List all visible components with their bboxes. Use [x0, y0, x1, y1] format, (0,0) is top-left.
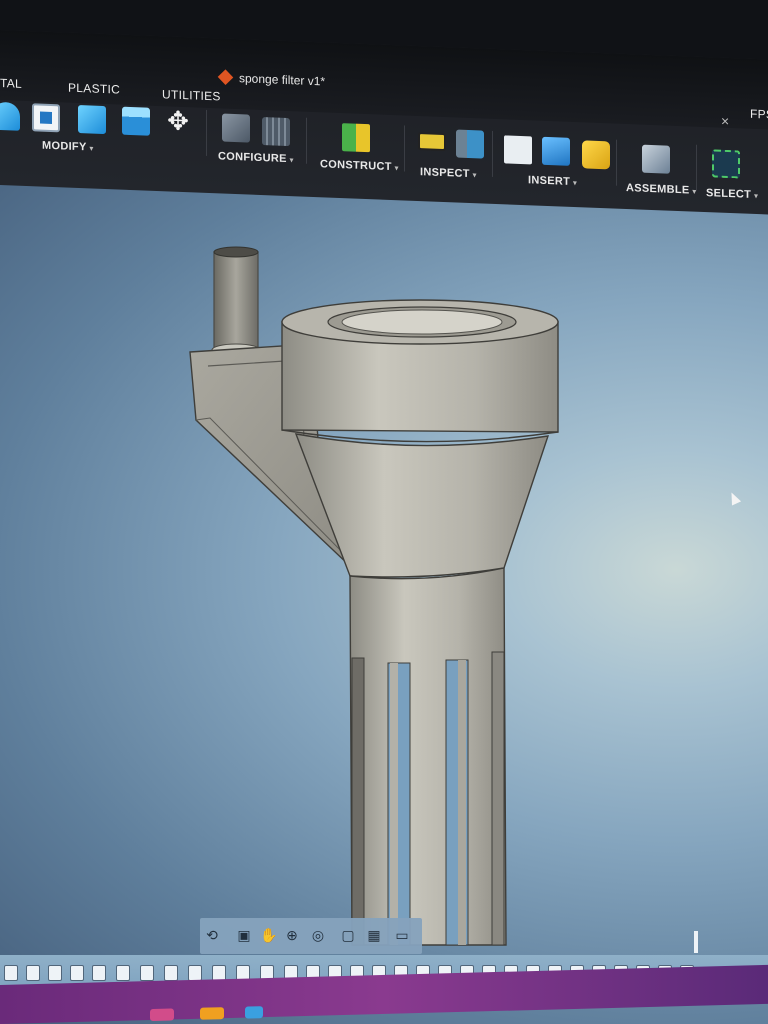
fusion-doc-icon [217, 69, 234, 85]
tab-metal-cut[interactable]: TAL [0, 76, 22, 91]
combine-icon[interactable] [78, 104, 106, 135]
new-component-icon[interactable] [642, 144, 670, 174]
measure-icon[interactable] [418, 132, 446, 152]
insert-menu[interactable]: INSERT ▾ [528, 174, 577, 188]
timeline-feature-icon[interactable] [188, 965, 202, 981]
press-pull-icon[interactable] [122, 106, 150, 136]
configure-label: CONFIGURE [218, 150, 287, 166]
timeline-feature-icon[interactable] [70, 965, 84, 981]
fps-label: FPS [750, 106, 768, 122]
navigation-bar: ⟲ ▣ ✋ ⊕ ◎ ▢ ▦ ▭ [200, 918, 422, 954]
construct-label: CONSTRUCT [320, 158, 392, 174]
tab-plastic[interactable]: PLASTIC [68, 81, 120, 97]
configure-table-icon[interactable] [222, 113, 250, 143]
timeline-marker-icon[interactable] [694, 931, 698, 953]
insert-caret: ▾ [573, 180, 577, 188]
timeline-feature-icon[interactable] [92, 965, 106, 981]
modify-menu[interactable]: MODIFY ▾ [42, 140, 93, 154]
inspect-menu[interactable]: INSPECT ▾ [420, 166, 477, 180]
fit-icon[interactable]: ◎ [310, 927, 326, 943]
insert-derive-icon[interactable] [504, 135, 532, 165]
tab-utilities[interactable]: UTILITIES [162, 87, 221, 103]
assemble-label: ASSEMBLE [626, 182, 690, 197]
top-cup[interactable] [281, 299, 559, 443]
select-menu[interactable]: SELECT ▾ [706, 187, 758, 201]
insert-canvas-icon[interactable] [542, 136, 570, 166]
configure-menu[interactable]: CONFIGURE ▾ [218, 150, 294, 165]
timeline-feature-icon[interactable] [140, 965, 154, 981]
funnel-cone[interactable] [294, 433, 550, 580]
insert-label: INSERT [528, 174, 571, 188]
separator [616, 139, 617, 186]
section-analysis-icon[interactable] [456, 129, 484, 159]
select-label: SELECT [706, 187, 752, 201]
construct-caret: ▾ [394, 165, 399, 173]
separator [492, 130, 493, 177]
modify-label: MODIFY [42, 139, 87, 154]
modify-caret: ▾ [89, 145, 94, 153]
slotted-stem[interactable] [349, 567, 507, 946]
display-settings-icon[interactable]: ▢ [340, 927, 356, 943]
separator [404, 125, 405, 172]
move-icon[interactable]: ✥ [164, 105, 192, 136]
timeline-feature-icon[interactable] [26, 965, 40, 981]
taskbar-app-icon[interactable] [200, 1007, 224, 1020]
fillet-icon[interactable] [0, 101, 20, 131]
inspect-label: INSPECT [420, 166, 470, 181]
grid-settings-icon[interactable]: ▦ [366, 927, 382, 943]
inlet-tube[interactable] [211, 246, 261, 357]
separator [306, 117, 307, 164]
configure-grid-icon[interactable] [262, 117, 290, 147]
configure-caret: ▾ [289, 157, 294, 165]
separator [696, 144, 697, 191]
orbit-icon[interactable]: ⟲ [204, 927, 220, 943]
monitor-screen: sponge filter v1* TAL PLASTIC UTILITIES … [0, 0, 768, 1024]
zoom-icon[interactable]: ⊕ [284, 927, 300, 943]
timeline-feature-icon[interactable] [116, 965, 130, 981]
toolbar: sponge filter v1* TAL PLASTIC UTILITIES … [0, 30, 768, 215]
inspect-caret: ▾ [472, 172, 477, 180]
timeline-feature-icon[interactable] [4, 965, 18, 981]
taskbar-app-icon[interactable] [150, 1008, 174, 1022]
insert-mesh-icon[interactable] [582, 140, 610, 170]
taskbar-app-icon[interactable] [245, 1006, 263, 1019]
select-caret: ▾ [754, 192, 759, 201]
construct-menu[interactable]: CONSTRUCT ▾ [320, 158, 399, 173]
look-at-icon[interactable]: ▣ [236, 927, 252, 943]
pan-icon[interactable]: ✋ [260, 927, 277, 943]
offset-plane-icon[interactable] [342, 123, 370, 153]
document-tab[interactable]: sponge filter v1* [217, 69, 326, 89]
timeline-feature-icon[interactable] [48, 965, 62, 981]
viewports-icon[interactable]: ▭ [394, 927, 410, 943]
select-box-icon[interactable] [712, 149, 740, 179]
shell-icon[interactable] [32, 103, 60, 133]
assemble-menu[interactable]: ASSEMBLE ▾ [626, 182, 696, 197]
timeline-feature-icon[interactable] [164, 965, 178, 981]
close-tab-icon[interactable]: × [721, 113, 729, 129]
document-title: sponge filter v1* [239, 71, 326, 89]
separator [206, 109, 207, 156]
